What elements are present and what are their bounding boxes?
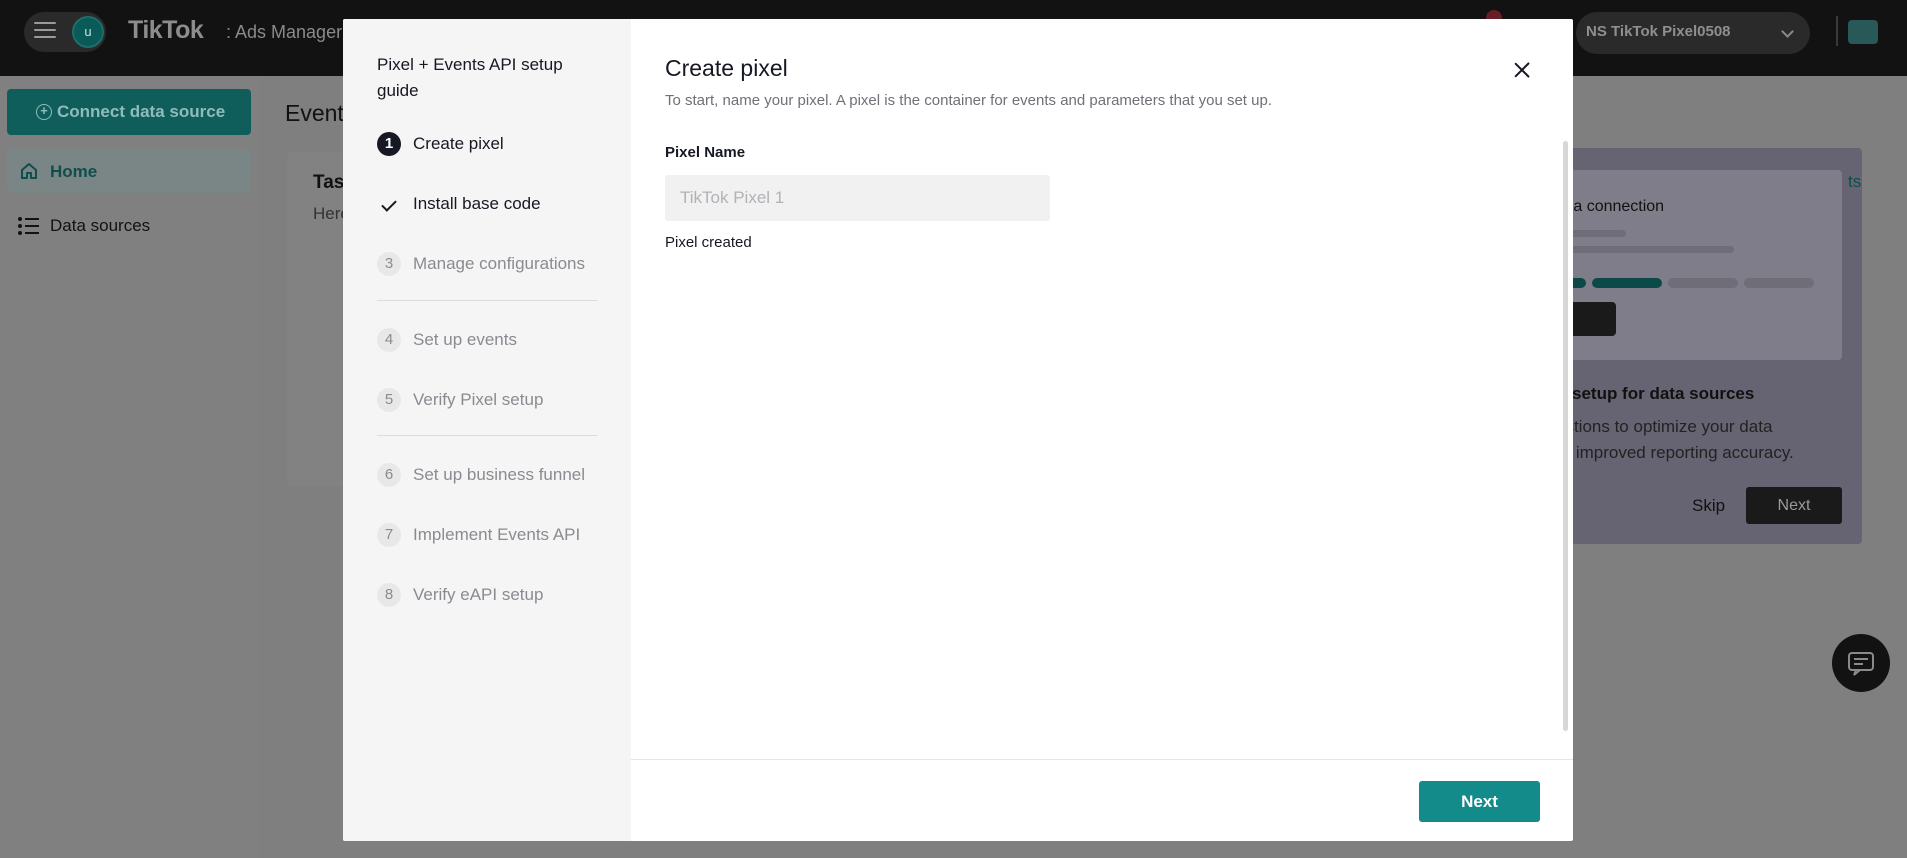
chat-button[interactable] bbox=[1832, 634, 1890, 692]
edge-link[interactable]: ts bbox=[1848, 172, 1861, 192]
hamburger-icon[interactable] bbox=[34, 22, 56, 42]
home-icon bbox=[21, 163, 37, 179]
card-title: Tas bbox=[313, 172, 345, 193]
tour-body: estions to optimize your data or improve… bbox=[1556, 417, 1794, 462]
setup-steps-panel: Pixel + Events API setup guide 1 Create … bbox=[343, 19, 631, 841]
pixel-name-label: Pixel Name bbox=[665, 144, 746, 161]
tour-heading: setup for data sources bbox=[1572, 384, 1755, 403]
product-name: : Ads Manager bbox=[226, 22, 343, 42]
connect-data-source-button[interactable]: + Connect data source bbox=[7, 89, 251, 135]
plus-circle-icon: + bbox=[36, 104, 52, 120]
step-divider bbox=[377, 300, 597, 301]
chevron-down-icon bbox=[1781, 25, 1794, 38]
footer-divider bbox=[631, 759, 1573, 760]
step-number: 6 bbox=[377, 463, 401, 487]
tour-skip-button[interactable]: Skip bbox=[1692, 496, 1725, 516]
pixel-name-input[interactable] bbox=[665, 175, 1050, 221]
illustration-caption: ata connection bbox=[1560, 198, 1665, 215]
step-number: 8 bbox=[377, 583, 401, 607]
account-name: NS TikTok Pixel0508 bbox=[1586, 23, 1731, 40]
page-title: Event bbox=[285, 100, 344, 126]
step-label: Set up business funnel bbox=[413, 465, 586, 484]
modal-title: Create pixel bbox=[665, 55, 788, 81]
account-switcher[interactable]: NS TikTok Pixel0508 bbox=[1576, 12, 1810, 54]
step-number: 4 bbox=[377, 328, 401, 352]
brand-logo: TikTok bbox=[128, 16, 204, 44]
step-number: 1 bbox=[377, 132, 401, 156]
step-label: Set up events bbox=[413, 330, 517, 349]
step-label: Implement Events API bbox=[413, 525, 581, 544]
divider bbox=[1836, 16, 1838, 46]
tour-illustration: ata connection bbox=[1550, 170, 1842, 360]
pixel-created-status: Pixel created bbox=[665, 234, 752, 251]
toolbox-icon[interactable] bbox=[1848, 20, 1878, 44]
modal-description: To start, name your pixel. A pixel is th… bbox=[665, 92, 1272, 109]
close-icon[interactable] bbox=[1509, 57, 1535, 83]
step-label: Verify Pixel setup bbox=[413, 390, 544, 409]
sidebar-item-home[interactable]: Home bbox=[7, 149, 251, 193]
step-status bbox=[377, 192, 401, 216]
setup-guide-modal: Pixel + Events API setup guide 1 Create … bbox=[343, 19, 1573, 841]
step-label: Create pixel bbox=[413, 134, 504, 153]
sidebar-item-data-sources[interactable]: Data sources bbox=[7, 203, 251, 247]
step-number: 5 bbox=[377, 388, 401, 412]
step-label: Manage configurations bbox=[413, 254, 586, 273]
guide-title: Pixel + Events API setup guide bbox=[377, 55, 563, 100]
step-number: 3 bbox=[377, 252, 401, 276]
step-label: Verify eAPI setup bbox=[413, 585, 544, 604]
tour-next-button[interactable]: Next bbox=[1746, 487, 1842, 524]
left-nav bbox=[0, 76, 258, 858]
check-icon bbox=[381, 196, 397, 212]
next-button[interactable]: Next bbox=[1419, 781, 1540, 822]
step-label: Install base code bbox=[413, 194, 541, 213]
scrollbar[interactable] bbox=[1563, 141, 1568, 731]
step-divider bbox=[377, 435, 597, 436]
chat-icon bbox=[1848, 652, 1874, 676]
step-number: 7 bbox=[377, 523, 401, 547]
avatar[interactable]: u bbox=[72, 16, 104, 48]
list-icon bbox=[18, 217, 39, 235]
